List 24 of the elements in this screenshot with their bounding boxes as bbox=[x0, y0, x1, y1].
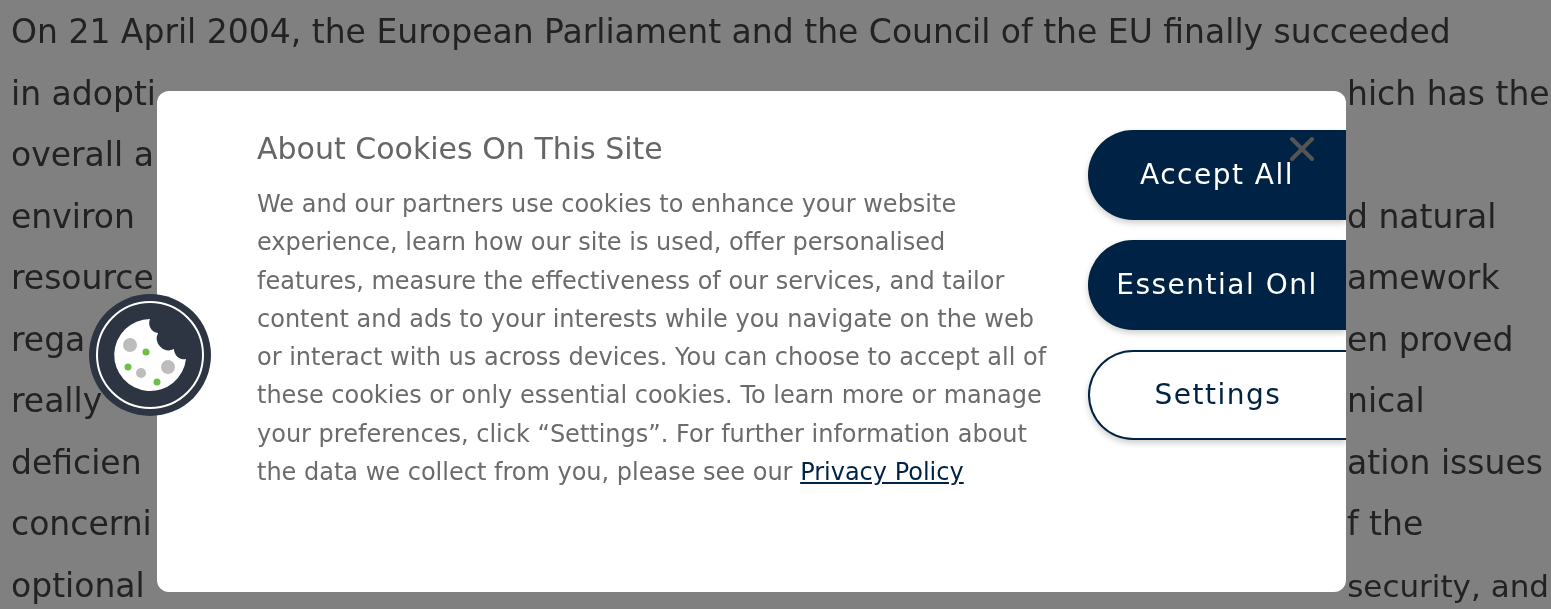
privacy-policy-link[interactable]: Privacy Policy bbox=[800, 458, 964, 487]
article-text: optional bbox=[11, 565, 145, 605]
dialog-body: We and our partners use cookies to enhance your website experience, learn how our site is used, offer personalised features, measure the effectiveness of our services, and tailor content and ads to your interests while you navigate on the web or interact with us across devices. You can choose to accept all of these cookies or only essential cookies. To learn more or manage your preferences, click “Settings”. For further information about the data we collect from you, please see our Privacy Policy bbox=[257, 189, 1047, 489]
article-text: en proved bbox=[1347, 319, 1514, 359]
article-text: hich has the bbox=[1347, 73, 1550, 113]
article-text: security, and bbox=[1347, 567, 1549, 604]
article-text: f the bbox=[1347, 504, 1424, 543]
article-text: nical bbox=[1347, 381, 1425, 420]
dialog-button[interactable]: Essential Onl bbox=[1088, 240, 1346, 330]
article-text: concerni bbox=[11, 504, 152, 543]
article-text: amework bbox=[1347, 258, 1500, 297]
article-text: in adopti bbox=[11, 73, 156, 113]
article-text: really bbox=[11, 381, 103, 420]
article-text: On 21 April 2004, the European Parliament and the Council of the EU finally succeeded bbox=[11, 12, 1451, 51]
dialog-button[interactable]: Accept All bbox=[1088, 130, 1346, 220]
article-text: resource bbox=[11, 258, 154, 297]
article-text: rega bbox=[11, 319, 86, 359]
article-text: ation issues bbox=[1347, 442, 1543, 482]
article-text: d natural bbox=[1347, 196, 1497, 236]
article-text: overall a bbox=[11, 135, 154, 174]
article-text: environ bbox=[11, 196, 135, 236]
article-text: deficien bbox=[11, 442, 142, 482]
dialog-button[interactable]: Settings bbox=[1088, 350, 1346, 440]
dialog-title: About Cookies On This Site bbox=[257, 130, 664, 168]
